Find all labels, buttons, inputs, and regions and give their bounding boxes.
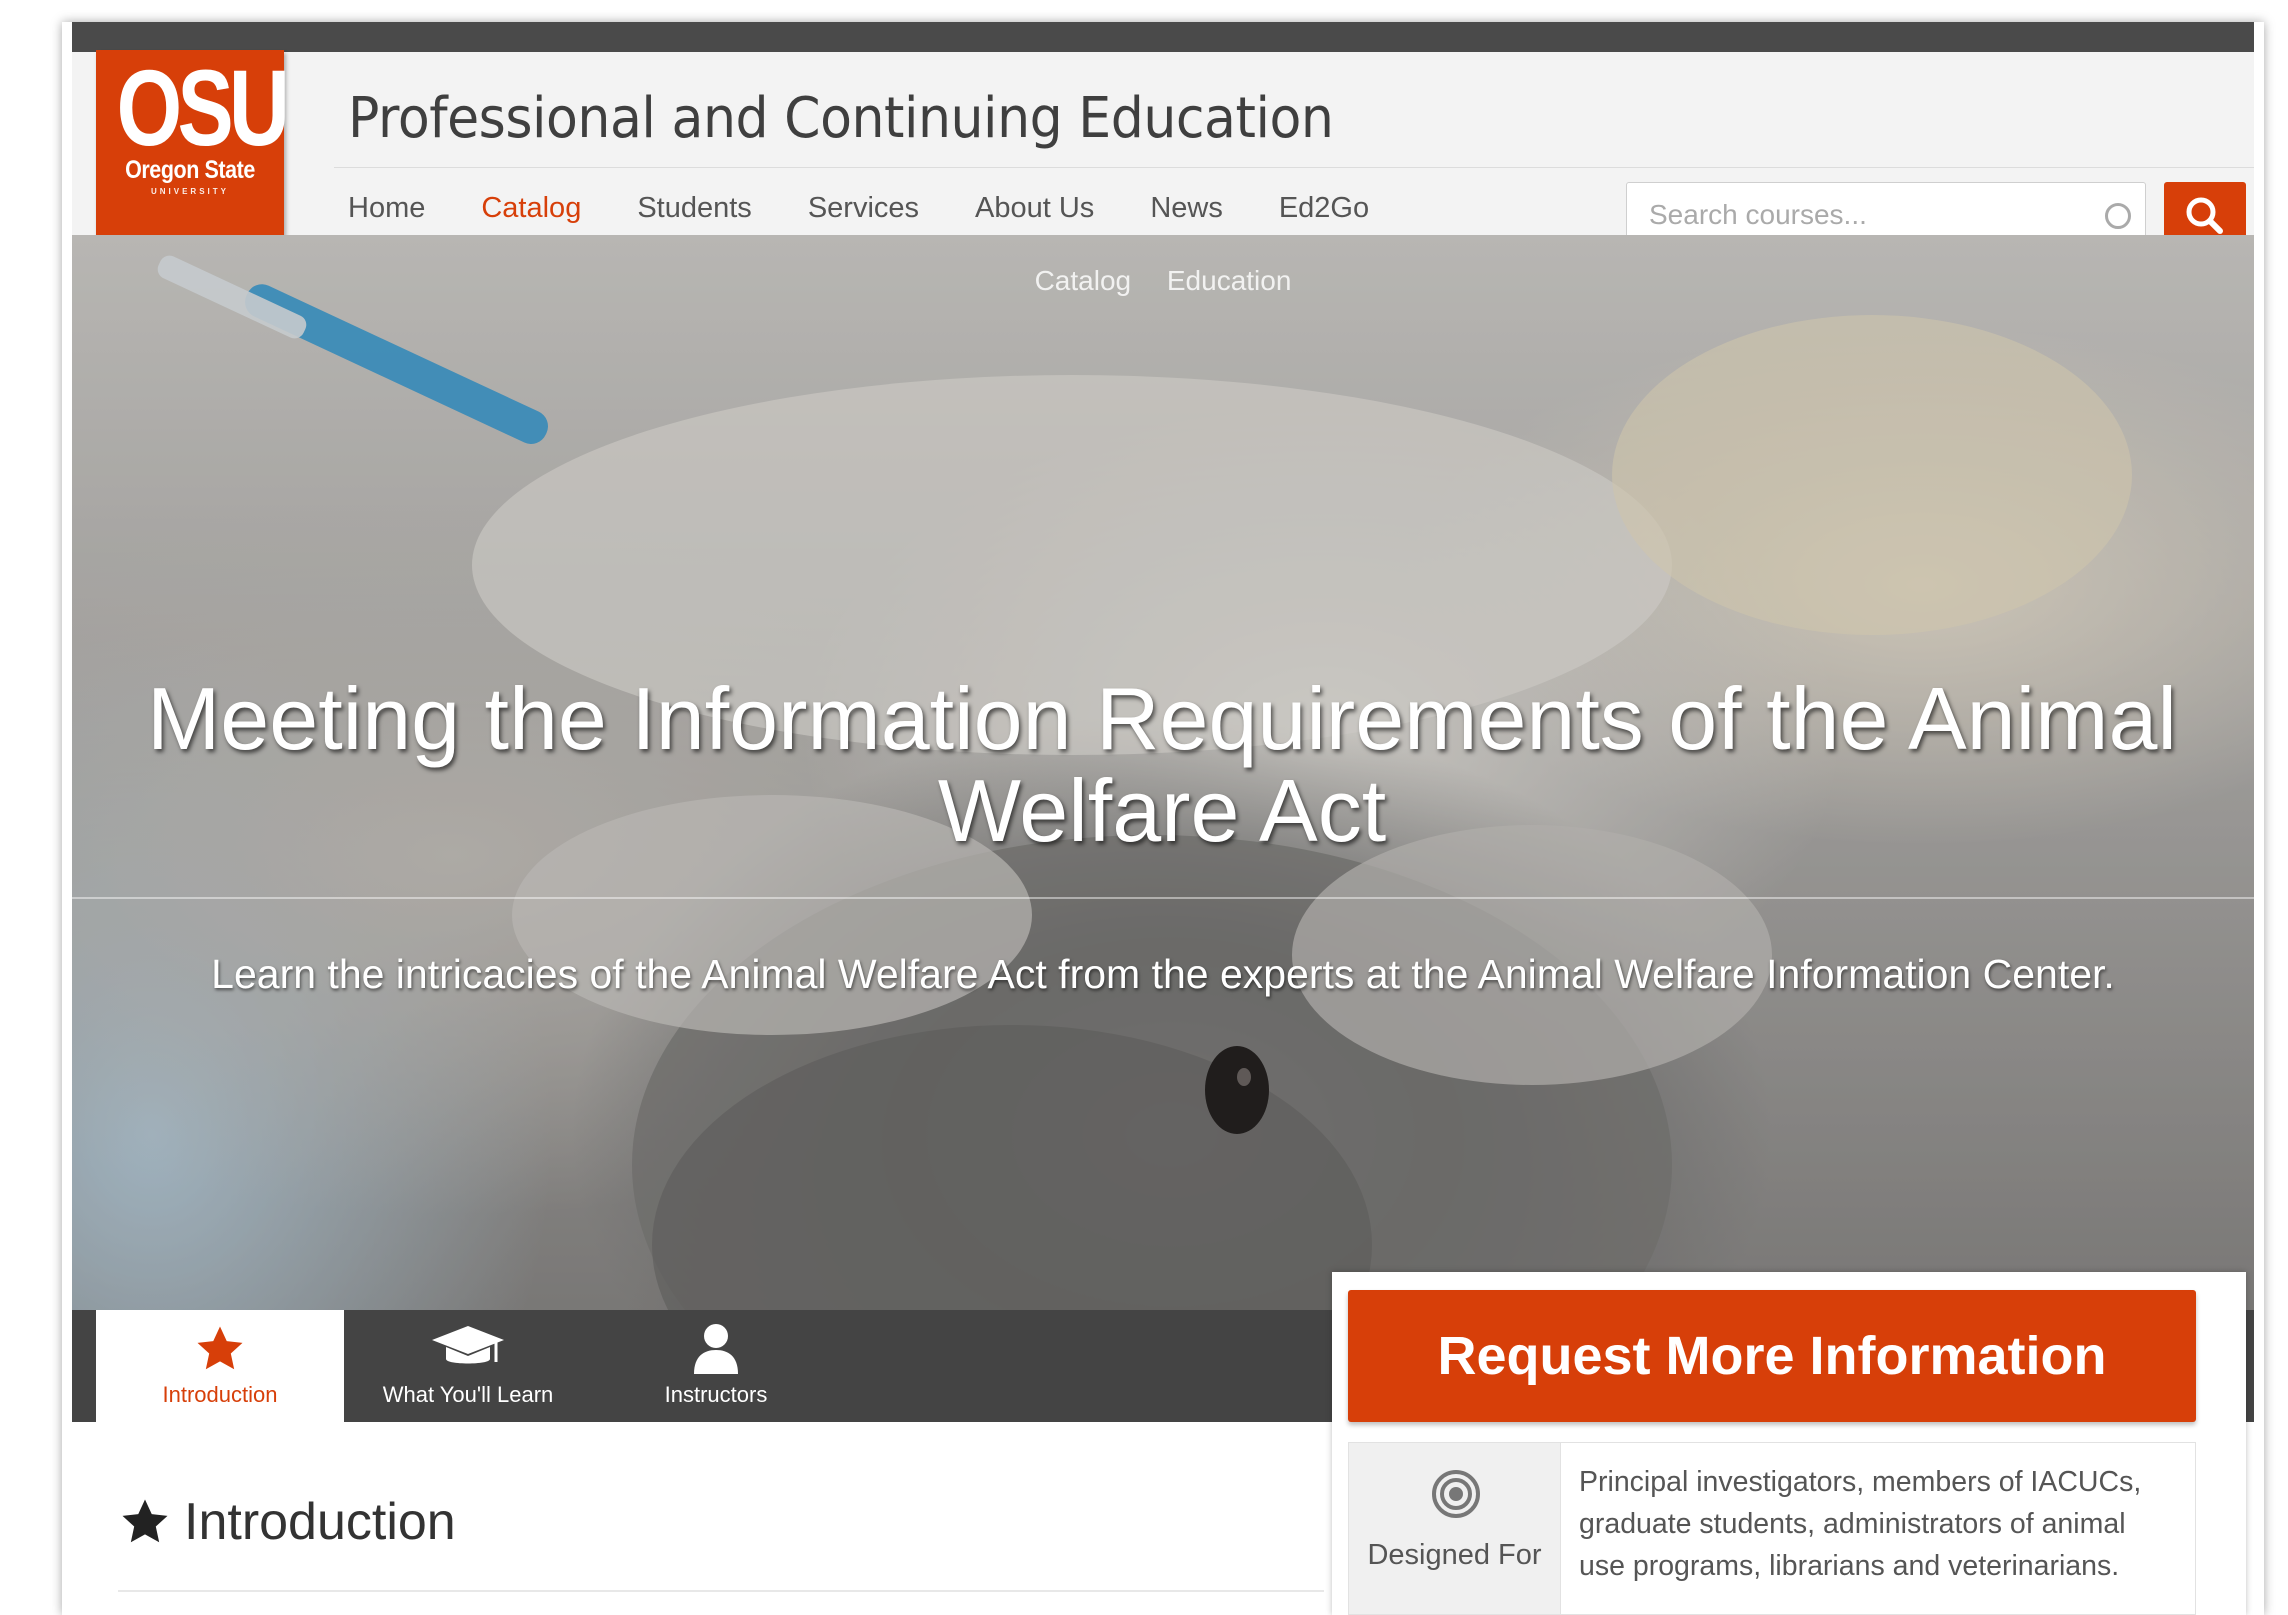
user-icon <box>694 1324 738 1374</box>
star-icon <box>197 1326 243 1370</box>
star-icon <box>122 1499 168 1543</box>
hero-divider <box>72 897 2254 899</box>
logo-sub: UNIVERSITY <box>150 187 229 196</box>
designed-for-text: Principal investigators, members of IACU… <box>1579 1466 2142 1582</box>
designed-for-box: Designed For Principal investigators, me… <box>1348 1442 2196 1615</box>
designed-for-header: Designed For <box>1349 1443 1561 1614</box>
tab-label: Introduction <box>162 1382 278 1407</box>
top-strip <box>72 22 2254 52</box>
site-header: OSU Oregon State UNIVERSITY Professional… <box>72 47 2255 257</box>
tab-what-youll-learn[interactable]: What You'll Learn <box>344 1310 592 1422</box>
request-panel: Request More Information Designed For Pr… <box>1332 1272 2246 1615</box>
header-divider <box>334 167 2254 168</box>
request-more-information-button[interactable]: Request More Information <box>1348 1290 2196 1422</box>
target-icon <box>1432 1470 1480 1518</box>
main-nav: Home Catalog Students Services About Us … <box>348 192 1425 225</box>
tab-introduction[interactable]: Introduction <box>96 1310 344 1422</box>
nav-about-us[interactable]: About Us <box>975 192 1094 225</box>
osu-logo[interactable]: OSU Oregon State UNIVERSITY <box>96 47 290 236</box>
tab-label: What You'll Learn <box>382 1382 554 1407</box>
section-divider <box>118 1590 1324 1592</box>
nav-ed2go[interactable]: Ed2Go <box>1279 192 1369 225</box>
nav-news[interactable]: News <box>1150 192 1223 225</box>
breadcrumb: Catalog Education <box>72 265 2254 297</box>
graduation-cap-icon <box>432 1326 504 1364</box>
tab-label: Instructors <box>664 1382 768 1407</box>
hero-banner: Catalog Education Meeting the Informatio… <box>72 235 2254 1330</box>
nav-home[interactable]: Home <box>348 192 425 225</box>
page-subtitle: Learn the intricacies of the Animal Welf… <box>211 951 2115 997</box>
designed-for-label: Designed For <box>1367 1539 1542 1571</box>
section-heading: Introduction <box>118 1492 456 1552</box>
nav-catalog[interactable]: Catalog <box>481 192 581 225</box>
logo-mark: OSU <box>116 47 290 168</box>
page-title: Meeting the Information Requirements of … <box>147 669 2177 860</box>
nav-students[interactable]: Students <box>637 192 751 225</box>
section-heading-text: Introduction <box>184 1493 456 1551</box>
browser-page: OSU Oregon State UNIVERSITY Professional… <box>62 22 2264 1615</box>
breadcrumb-education[interactable]: Education <box>1167 265 1292 296</box>
nav-services[interactable]: Services <box>808 192 919 225</box>
logo-name: Oregon State <box>125 156 255 184</box>
circle-icon[interactable] <box>2105 203 2131 229</box>
breadcrumb-catalog[interactable]: Catalog <box>1035 265 1132 296</box>
site-title[interactable]: Professional and Continuing Education <box>348 86 1334 151</box>
tab-instructors[interactable]: Instructors <box>592 1310 840 1422</box>
